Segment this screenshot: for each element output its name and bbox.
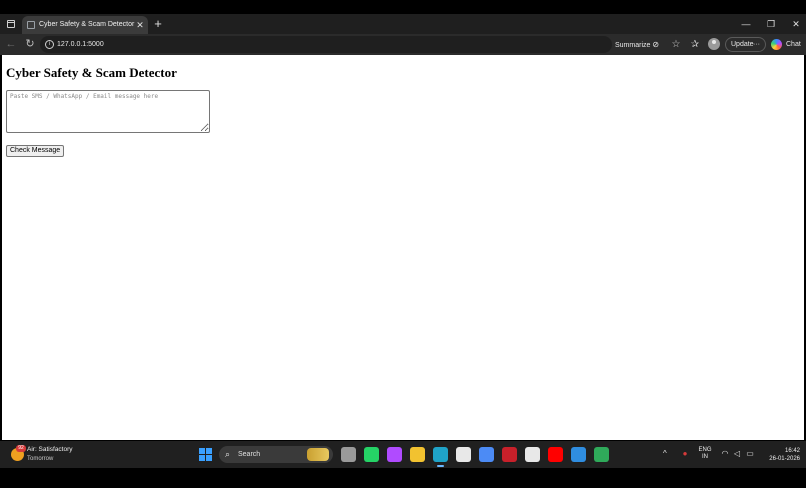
tab-title: Cyber Safety & Scam Detector [39, 21, 135, 28]
tab-strip: Cyber Safety & Scam Detector ✕ + — ❐ ✕ [0, 14, 806, 34]
add-favorite-star-icon[interactable]: ☆ [670, 38, 682, 51]
task-view-icon[interactable] [341, 447, 356, 462]
taskbar: 92 Air: Satisfactory Tomorrow ⌕ Search ^… [0, 441, 806, 468]
language-code: ENG [698, 447, 712, 453]
language-indicator[interactable]: ENG IN [697, 447, 713, 461]
screen-bottom-bar [0, 468, 806, 488]
language-region: IN [702, 454, 708, 460]
chat-label: Chat [786, 41, 801, 48]
tab-close-icon[interactable]: ✕ [134, 19, 146, 31]
chrome-dev-icon[interactable] [594, 447, 609, 462]
url-field[interactable]: i 127.0.0.1:5000 [40, 36, 612, 53]
store-icon[interactable] [456, 447, 471, 462]
battery-icon[interactable]: ▭ [745, 449, 755, 459]
search-icon: ⌕ [225, 449, 231, 459]
file-explorer-icon[interactable] [410, 447, 425, 462]
chrome-icon[interactable] [479, 447, 494, 462]
tray-app-icon[interactable]: ● [680, 449, 690, 459]
update-button[interactable]: Update ··· [725, 37, 766, 52]
summarize-button[interactable]: Summarize ⊘ [615, 38, 659, 51]
weather-badge: 92 [16, 445, 26, 452]
summarize-label: Summarize [615, 42, 651, 49]
weather-title[interactable]: Air: Satisfactory [27, 446, 73, 454]
profile-avatar[interactable] [708, 38, 720, 50]
copilot-chat-button[interactable]: Chat [770, 37, 804, 52]
copilot-icon [771, 39, 782, 50]
windows-start-icon[interactable] [199, 448, 212, 461]
page-title: Cyber Safety & Scam Detector [6, 65, 177, 80]
site-info-icon[interactable]: i [45, 40, 54, 49]
volume-icon[interactable]: ◁ [732, 449, 742, 459]
tab-active[interactable]: Cyber Safety & Scam Detector ✕ [22, 16, 148, 34]
window-minimize-icon[interactable]: — [738, 17, 754, 31]
weather-subtitle[interactable]: Tomorrow [27, 455, 53, 463]
whatsapp-icon[interactable] [364, 447, 379, 462]
chatgpt-icon[interactable] [525, 447, 540, 462]
more-menu-icon[interactable]: ··· [753, 38, 760, 51]
back-arrow-icon[interactable]: ← [4, 37, 18, 51]
summarize-icon: ⊘ [652, 40, 660, 49]
page-viewport: Cyber Safety & Scam Detector Check Messa… [2, 55, 804, 440]
taskbar-search-box[interactable]: ⌕ Search [219, 446, 333, 463]
youtube-icon[interactable] [548, 447, 563, 462]
page-favicon-icon [27, 21, 35, 29]
clock[interactable]: 16:42 26-01-2026 [760, 447, 800, 463]
tab-actions-menu-icon[interactable] [4, 17, 18, 31]
window-close-icon[interactable]: ✕ [788, 17, 804, 31]
address-bar: ← ↻ i 127.0.0.1:5000 Summarize ⊘ ☆ ✰ Upda… [0, 34, 806, 55]
check-message-button[interactable]: Check Message [6, 145, 65, 157]
copilot-app-icon[interactable] [387, 447, 402, 462]
edge-icon[interactable] [433, 447, 448, 467]
show-hidden-icons-chevron-icon[interactable]: ^ [663, 449, 667, 459]
screen-top-bar [0, 0, 806, 14]
mcafee-icon[interactable] [502, 447, 517, 462]
clock-date: 26-01-2026 [769, 456, 800, 462]
message-input[interactable] [6, 90, 210, 133]
clock-time: 16:42 [784, 448, 800, 454]
new-tab-icon[interactable]: + [151, 17, 165, 31]
reload-icon[interactable]: ↻ [23, 37, 37, 51]
favorites-icon[interactable]: ✰ [689, 38, 701, 51]
vscode-icon[interactable] [571, 447, 586, 462]
url-text[interactable]: 127.0.0.1:5000 [57, 38, 104, 51]
wifi-icon[interactable]: ◠ [720, 449, 730, 459]
window-restore-icon[interactable]: ❐ [763, 17, 779, 31]
search-highlight-image [307, 448, 329, 461]
search-label: Search [238, 451, 261, 458]
update-label: Update [731, 41, 754, 48]
